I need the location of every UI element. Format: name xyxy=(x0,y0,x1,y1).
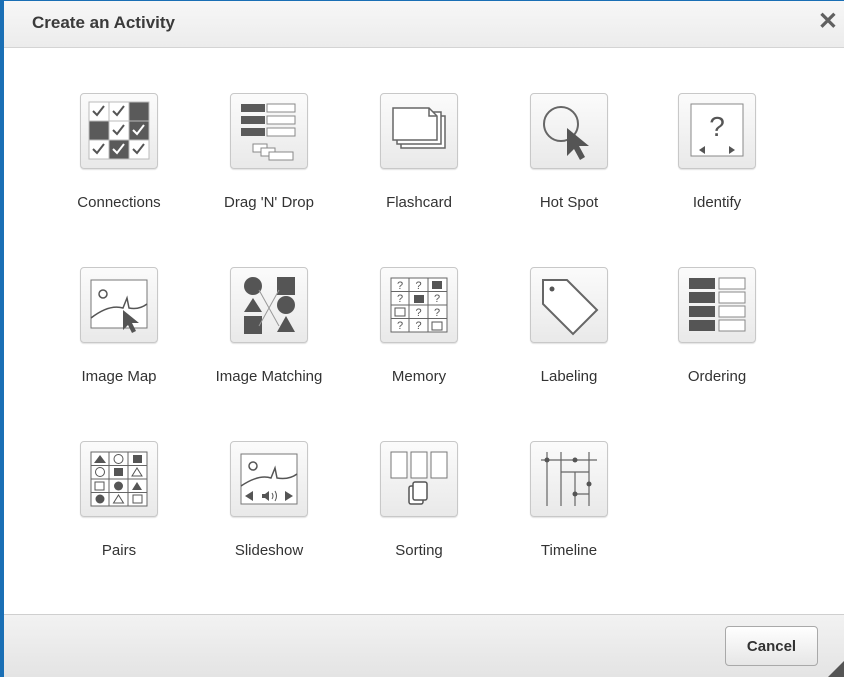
activity-label: Sorting xyxy=(395,542,443,559)
activity-image-matching[interactable]: Image Matching xyxy=(199,267,339,386)
close-icon[interactable]: ✕ xyxy=(818,10,838,34)
svg-text:?: ? xyxy=(415,320,421,332)
activity-label: Hot Spot xyxy=(539,194,599,211)
image-map-icon xyxy=(80,267,158,343)
drag-n-drop-icon xyxy=(230,93,308,169)
activity-labeling[interactable]: Labeling xyxy=(499,267,639,386)
activity-slideshow[interactable]: Slideshow xyxy=(199,441,339,560)
svg-text:?: ? xyxy=(415,307,421,319)
activity-image-map[interactable]: Image Map xyxy=(49,267,189,386)
activity-timeline[interactable]: Timeline xyxy=(499,441,639,560)
activity-label: Drag 'N' Drop xyxy=(224,194,314,211)
activity-ordering[interactable]: Ordering xyxy=(647,267,787,386)
activity-label: Ordering xyxy=(687,368,747,385)
activity-label: Image Matching xyxy=(215,368,323,385)
ordering-icon xyxy=(678,267,756,343)
activity-hot-spot[interactable]: Hot Spot xyxy=(499,93,639,212)
activity-label: Slideshow xyxy=(234,542,304,559)
sorting-icon xyxy=(380,441,458,517)
svg-text:?: ? xyxy=(709,111,725,142)
dialog-title: Create an Activity xyxy=(32,13,175,32)
hot-spot-icon xyxy=(530,93,608,169)
svg-text:?: ? xyxy=(434,293,440,305)
activity-label: Labeling xyxy=(540,368,598,385)
activity-label: Pairs xyxy=(101,542,137,559)
flashcard-icon xyxy=(380,93,458,169)
activity-label: Image Map xyxy=(81,368,157,385)
svg-text:?: ? xyxy=(397,293,403,305)
memory-icon: ?? ?? ?? ?? xyxy=(380,267,458,343)
svg-text:?: ? xyxy=(397,280,403,292)
activity-drag-n-drop[interactable]: Drag 'N' Drop xyxy=(199,93,339,212)
svg-text:?: ? xyxy=(434,307,440,319)
create-activity-dialog: Create an Activity ✕ Connections Drag 'N… xyxy=(0,0,844,677)
activity-label: Timeline xyxy=(540,542,598,559)
activity-label: Memory xyxy=(391,368,447,385)
activity-sorting[interactable]: Sorting xyxy=(349,441,489,560)
resize-grip-icon[interactable] xyxy=(828,661,844,677)
activity-label: Connections xyxy=(77,194,161,211)
dialog-footer: Cancel xyxy=(4,614,844,677)
slideshow-icon xyxy=(230,441,308,517)
identify-icon: ? xyxy=(678,93,756,169)
activity-pairs[interactable]: Pairs xyxy=(49,441,189,560)
activity-label: Flashcard xyxy=(386,194,452,211)
activity-memory[interactable]: ?? ?? ?? ?? Memory xyxy=(349,267,489,386)
image-matching-icon xyxy=(230,267,308,343)
pairs-icon xyxy=(80,441,158,517)
activity-grid: Connections Drag 'N' Drop Flashcard Hot … xyxy=(4,47,844,615)
svg-text:?: ? xyxy=(415,280,421,292)
activity-label: Identify xyxy=(692,194,742,211)
timeline-icon xyxy=(530,441,608,517)
cancel-button[interactable]: Cancel xyxy=(725,626,818,666)
dialog-titlebar: Create an Activity ✕ xyxy=(4,1,844,48)
svg-text:?: ? xyxy=(397,320,403,332)
activity-connections[interactable]: Connections xyxy=(49,93,189,212)
connections-icon xyxy=(80,93,158,169)
activity-flashcard[interactable]: Flashcard xyxy=(349,93,489,212)
labeling-icon xyxy=(530,267,608,343)
activity-identify[interactable]: ? Identify xyxy=(647,93,787,212)
